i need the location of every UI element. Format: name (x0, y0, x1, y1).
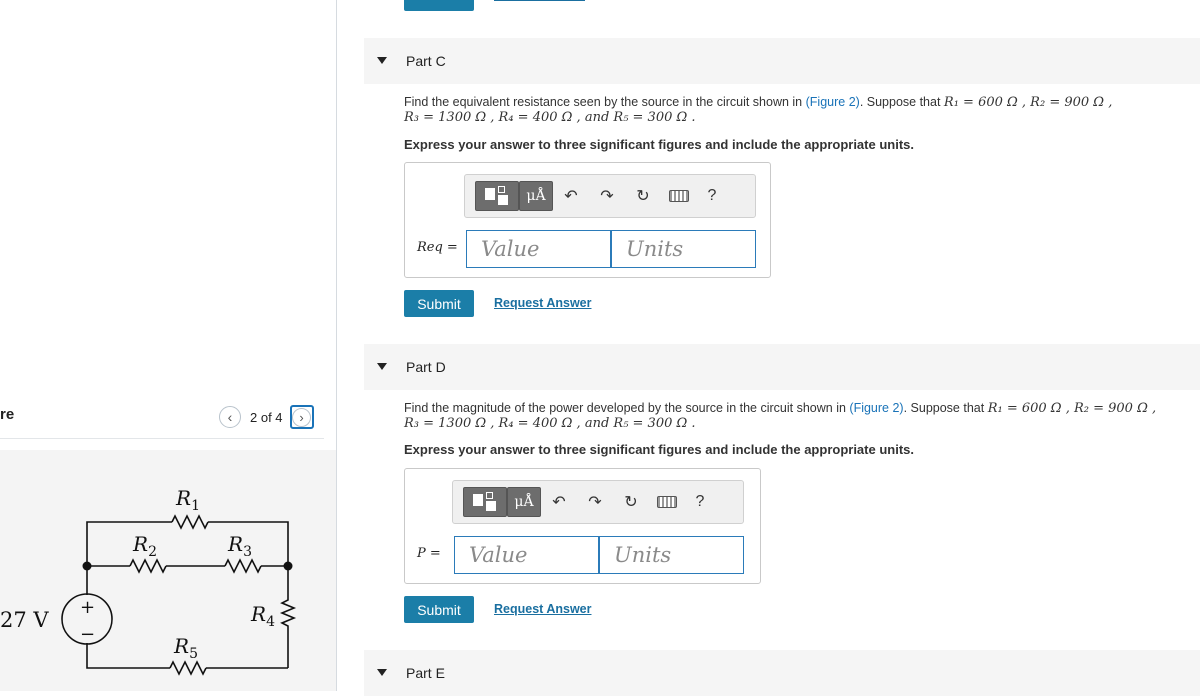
p-variable-label: P = (417, 546, 441, 561)
resistance-values-line2: R₃ = 1300 Ω , R₄ = 400 Ω , and R₅ = 300 … (404, 110, 696, 125)
help-icon[interactable]: ? (697, 187, 727, 205)
chevron-left-icon: ‹ (227, 409, 233, 425)
source-minus-sign: − (80, 624, 95, 645)
question-text: Find the equivalent resistance seen by t… (404, 95, 806, 109)
part-c-instruction: Express your answer to three significant… (404, 137, 914, 152)
undo-icon[interactable]: ↶ (553, 186, 589, 206)
question-text-cont: . Suppose that (903, 401, 988, 415)
chevron-right-icon: › (292, 407, 312, 427)
r5-label: R5 (173, 634, 198, 662)
templates-button[interactable] (475, 181, 519, 211)
question-text-cont: . Suppose that (859, 95, 944, 109)
part-e-title: Part E (406, 665, 445, 681)
r2-label: R2 (132, 532, 157, 560)
figure-panel-title: re (0, 406, 15, 423)
r1-label: R1 (175, 486, 200, 514)
part-d-question: Find the magnitude of the power develope… (404, 401, 1194, 431)
r1-label-base: R (175, 486, 191, 510)
units-button[interactable]: μÅ (519, 181, 553, 211)
figure-link[interactable]: (Figure 2) (849, 401, 903, 415)
part-d-instruction: Express your answer to three significant… (404, 442, 914, 457)
part-d-request-answer-link[interactable]: Request Answer (494, 602, 591, 616)
figure-link[interactable]: (Figure 2) (806, 95, 860, 109)
req-value-input[interactable] (467, 231, 610, 267)
r5-label-base: R (173, 634, 189, 658)
part-c-title: Part C (406, 53, 446, 69)
p-value-input[interactable] (455, 537, 598, 573)
circuit-diagram: + − 27 V R1 R2 R3 R4 R5 (0, 486, 297, 676)
previous-submit-button[interactable] (404, 0, 474, 11)
part-e-header[interactable]: Part E (364, 650, 1200, 696)
question-text: Find the magnitude of the power develope… (404, 401, 850, 415)
collapse-caret-icon (377, 363, 387, 370)
r4-label: R4 (250, 602, 275, 630)
r2-label-sub: 2 (148, 544, 157, 560)
p-units-field[interactable] (599, 536, 744, 574)
req-variable-label: Req = (417, 240, 458, 255)
units-button[interactable]: μÅ (507, 487, 541, 517)
figure-pager: ‹ 2 of 4 › (219, 404, 314, 430)
r3-label: R3 (227, 532, 252, 560)
r5-label-sub: 5 (189, 646, 198, 662)
req-units-field[interactable] (611, 230, 756, 268)
collapse-caret-icon (377, 57, 387, 64)
keyboard-icon[interactable] (657, 496, 677, 508)
req-value-field[interactable] (466, 230, 611, 268)
source-plus-sign: + (80, 597, 95, 618)
resistance-values-line1: R₁ = 600 Ω , R₂ = 900 Ω , (987, 401, 1157, 416)
part-d-answer-box: μÅ ↶ ↷ ↻ ? P = (404, 468, 761, 584)
req-units-input[interactable] (612, 231, 755, 267)
r4-label-sub: 4 (266, 614, 275, 630)
part-c-submit-button[interactable]: Submit (404, 290, 474, 317)
r4-label-base: R (250, 602, 266, 626)
figure-page-indicator: 2 of 4 (250, 409, 283, 425)
pager-divider (0, 438, 324, 439)
part-c-question: Find the equivalent resistance seen by t… (404, 95, 1164, 125)
next-figure-button[interactable]: › (289, 405, 314, 429)
part-d-title: Part D (406, 359, 446, 375)
previous-request-answer-link[interactable] (494, 0, 585, 5)
voltage-label: 27 V (0, 608, 49, 632)
templates-button[interactable] (463, 487, 507, 517)
help-icon[interactable]: ? (685, 493, 715, 511)
r3-label-base: R (227, 532, 243, 556)
part-c-request-answer-link[interactable]: Request Answer (494, 296, 591, 310)
previous-figure-button[interactable]: ‹ (219, 406, 241, 428)
redo-icon[interactable]: ↷ (577, 492, 613, 512)
part-c-answer-box: μÅ ↶ ↷ ↻ ? Req = (404, 162, 771, 278)
r1-label-sub: 1 (191, 498, 200, 514)
part-d-submit-button[interactable]: Submit (404, 596, 474, 623)
undo-icon[interactable]: ↶ (541, 492, 577, 512)
resistance-values-line2: R₃ = 1300 Ω , R₄ = 400 Ω , and R₅ = 300 … (404, 416, 696, 431)
collapse-caret-icon (377, 669, 387, 676)
r2-label-base: R (132, 532, 148, 556)
figure-panel: re ‹ 2 of 4 › + − 27 V R1 R2 R3 R4 R5 (0, 0, 337, 691)
math-toolbar: μÅ ↶ ↷ ↻ ? (464, 174, 756, 218)
part-c-header[interactable]: Part C (364, 38, 1200, 84)
resistance-values-line1: R₁ = 600 Ω , R₂ = 900 Ω , (943, 95, 1113, 110)
r3-label-sub: 3 (243, 544, 252, 560)
p-units-input[interactable] (600, 537, 743, 573)
p-value-field[interactable] (454, 536, 599, 574)
reset-icon[interactable]: ↻ (625, 186, 661, 206)
math-toolbar: μÅ ↶ ↷ ↻ ? (452, 480, 744, 524)
keyboard-icon[interactable] (669, 190, 689, 202)
part-d-header[interactable]: Part D (364, 344, 1200, 390)
circuit-figure: + − 27 V R1 R2 R3 R4 R5 (0, 450, 336, 691)
redo-icon[interactable]: ↷ (589, 186, 625, 206)
reset-icon[interactable]: ↻ (613, 492, 649, 512)
